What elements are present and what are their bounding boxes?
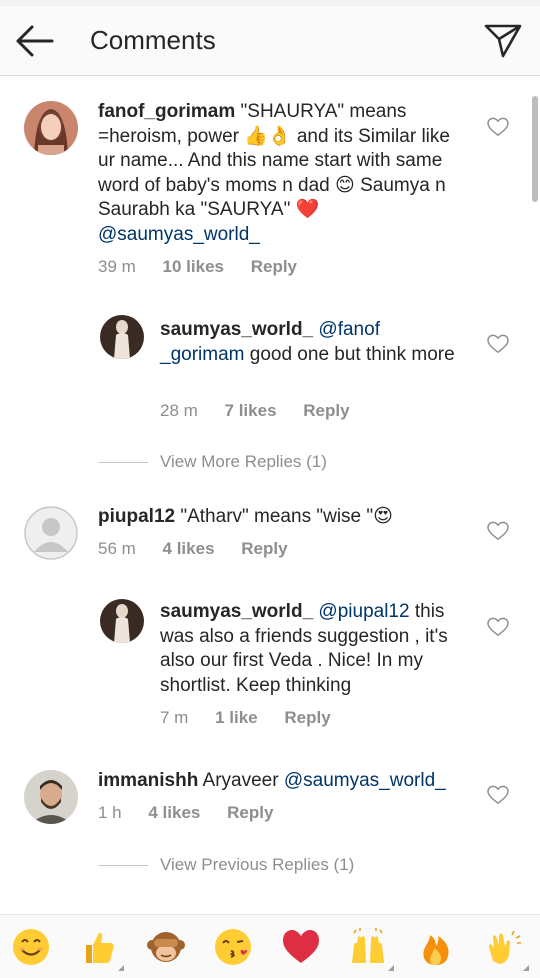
heart-icon bbox=[487, 617, 509, 637]
heart-icon bbox=[487, 117, 509, 137]
reply-mention[interactable]: @piupal12 bbox=[318, 601, 409, 622]
comment-username[interactable]: fanof_gorimam bbox=[98, 101, 235, 122]
user-photo bbox=[24, 770, 78, 824]
emoji-reaction-bar bbox=[0, 914, 540, 978]
back-arrow-icon bbox=[16, 25, 54, 57]
like-heart-button[interactable] bbox=[487, 117, 509, 137]
skin-tone-caret-icon bbox=[118, 965, 124, 971]
avatar[interactable] bbox=[24, 101, 78, 155]
comment-time: 56 m bbox=[98, 539, 136, 558]
view-previous-replies[interactable]: View Previous Replies (1) bbox=[98, 855, 354, 875]
reply-time: 28 m bbox=[160, 401, 198, 420]
comment-meta: 56 m 4 likes Reply bbox=[98, 539, 288, 559]
comment-meta: 1 h 4 likes Reply bbox=[98, 803, 273, 823]
reply-button[interactable]: Reply bbox=[251, 257, 297, 276]
reply-button[interactable]: Reply bbox=[241, 539, 287, 558]
likes-count[interactable]: 7 likes bbox=[225, 401, 277, 420]
user-photo bbox=[100, 315, 144, 359]
scrollbar[interactable] bbox=[532, 96, 538, 202]
comment-time: 1 h bbox=[98, 803, 122, 822]
fire-icon bbox=[423, 935, 449, 965]
like-heart-button[interactable] bbox=[487, 521, 509, 541]
skin-tone-caret-icon bbox=[523, 965, 529, 971]
reply-time: 7 m bbox=[160, 708, 189, 727]
avatar[interactable] bbox=[100, 315, 144, 359]
reply-meta: 28 m 7 likes Reply bbox=[160, 401, 350, 421]
thumbs-up-icon bbox=[86, 932, 114, 963]
reply-username[interactable]: saumyas_world_ bbox=[160, 319, 313, 340]
clapping-hands-icon bbox=[489, 930, 521, 964]
comment-username[interactable]: piupal12 bbox=[98, 506, 175, 527]
emoji-button-see-no-evil-monkey[interactable] bbox=[146, 927, 192, 973]
kissing-face-icon bbox=[215, 929, 251, 965]
user-photo bbox=[100, 599, 144, 643]
reply-meta: 7 m 1 like Reply bbox=[160, 708, 331, 728]
raised-hands-icon bbox=[352, 928, 384, 963]
likes-count[interactable]: 4 likes bbox=[163, 539, 215, 558]
reply-button[interactable]: Reply bbox=[284, 708, 330, 727]
like-heart-button[interactable] bbox=[487, 617, 509, 637]
heart-icon bbox=[487, 521, 509, 541]
comment-time: 39 m bbox=[98, 257, 136, 276]
view-more-label: View More Replies (1) bbox=[160, 452, 327, 471]
user-photo bbox=[24, 101, 78, 155]
comment-text: piupal12 "Atharv" means "wise "😍 bbox=[98, 505, 470, 530]
reply-text: saumyas_world_ @fanof _gorimam good one … bbox=[160, 318, 460, 367]
emoji-button-raised-hands[interactable] bbox=[348, 927, 394, 973]
see-no-evil-monkey-icon bbox=[147, 932, 185, 962]
likes-count[interactable]: 10 likes bbox=[163, 257, 224, 276]
view-previous-label: View Previous Replies (1) bbox=[160, 855, 355, 874]
emoji-button-smiling-face[interactable] bbox=[11, 927, 57, 973]
heart-icon bbox=[487, 334, 509, 354]
smiling-face-icon bbox=[13, 929, 49, 965]
like-heart-button[interactable] bbox=[487, 334, 509, 354]
default-avatar-icon bbox=[24, 506, 78, 560]
reply-button[interactable]: Reply bbox=[227, 803, 273, 822]
comment-text: fanof_gorimam "SHAURYA" means =heroism, … bbox=[98, 100, 470, 247]
heart-icon bbox=[487, 785, 509, 805]
skin-tone-caret-icon bbox=[388, 965, 394, 971]
avatar[interactable] bbox=[100, 599, 144, 643]
emoji-button-kissing-face[interactable] bbox=[213, 927, 259, 973]
share-button[interactable] bbox=[482, 22, 524, 60]
reply-button[interactable]: Reply bbox=[303, 401, 349, 420]
comment-body: Aryaveer bbox=[202, 770, 279, 791]
comment-mention[interactable]: @saumyas_world_ bbox=[98, 224, 260, 245]
emoji-button-thumbs-up[interactable] bbox=[78, 927, 124, 973]
avatar[interactable] bbox=[24, 770, 78, 824]
comment-body: "Atharv" means "wise "😍 bbox=[180, 506, 393, 527]
reply-body: good one but think more bbox=[249, 343, 455, 365]
emoji-button-red-heart[interactable] bbox=[281, 927, 327, 973]
emoji-button-clapping-hands[interactable] bbox=[483, 927, 529, 973]
comment-username[interactable]: immanishh bbox=[98, 770, 198, 791]
view-more-replies[interactable]: View More Replies (1) bbox=[98, 452, 327, 472]
likes-count[interactable]: 1 like bbox=[215, 708, 258, 727]
comment-mention[interactable]: @saumyas_world_ bbox=[284, 770, 446, 791]
likes-count[interactable]: 4 likes bbox=[148, 803, 200, 822]
reply-username[interactable]: saumyas_world_ bbox=[160, 601, 313, 622]
comment-meta: 39 m 10 likes Reply bbox=[98, 257, 297, 277]
header-bar: Comments bbox=[0, 6, 540, 76]
paper-plane-icon bbox=[484, 24, 522, 58]
avatar[interactable] bbox=[24, 506, 78, 560]
red-heart-icon bbox=[283, 930, 319, 963]
divider-line bbox=[98, 462, 148, 464]
comment-text: immanishh Aryaveer @saumyas_world_ bbox=[98, 769, 478, 794]
back-button[interactable] bbox=[14, 22, 58, 60]
like-heart-button[interactable] bbox=[487, 785, 509, 805]
divider-line bbox=[98, 865, 148, 867]
emoji-button-fire[interactable] bbox=[416, 927, 462, 973]
page-title: Comments bbox=[90, 25, 216, 55]
reply-text: saumyas_world_ @piupal12 this was also a… bbox=[160, 600, 472, 698]
